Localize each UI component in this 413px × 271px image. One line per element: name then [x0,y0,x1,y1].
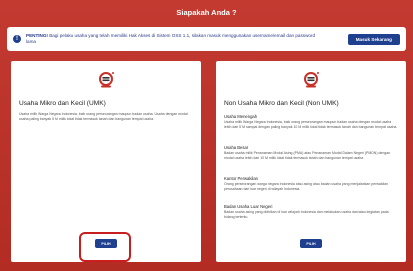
section-title-kantor: Kantor Perwakilan [224,176,258,181]
section-text-besar: Badan usaha milik Penanaman Modal Asing … [224,151,391,160]
section-text-kantor: Orang perseorangan warga negara Indonesi… [224,182,389,191]
section-title-besar: Usaha Besar [224,145,249,150]
non-umk-panel: Non Usaha Mikro dan Kecil (Non UMK) Usah… [216,61,406,262]
info-icon: ! [13,35,21,43]
notice-strong: PENTING! [26,33,48,38]
section-title-luar-negeri: Badan Usaha Luar Negeri [224,204,273,209]
notice-body: Bagi pelaku usaha yang telah memiliki Ha… [26,33,316,44]
notice-banner: ! PENTING! Bagi pelaku usaha yang telah … [7,27,406,51]
modal-title: Siapakah Anda ? [176,8,237,17]
non-umk-title: Non Usaha Mikro dan Kecil (Non UMK) [224,100,339,107]
section-text-luar-negeri: Badan usaha asing yang didirikan di luar… [224,210,389,219]
highlight-ring [79,232,131,262]
umk-title: Usaha Mikro dan Kecil (UMK) [19,100,106,107]
section-title-menengah: Usaha Menengah [224,114,258,119]
oss-logo-icon [99,72,114,88]
section-text-menengah: Usaha milik Warga Negara Indonesia, baik… [224,120,398,129]
login-now-button[interactable]: Masuk Sekarang [347,33,400,45]
role-selection-modal: Siapakah Anda ? ! PENTING! Bagi pelaku u… [0,0,413,271]
oss-logo-icon [304,72,319,88]
umk-description: Usaha milik Warga Negara Indonesia, baik… [19,112,188,121]
non-umk-select-button[interactable]: PILIH [300,239,322,248]
notice-text: PENTING! Bagi pelaku usaha yang telah me… [26,33,316,45]
